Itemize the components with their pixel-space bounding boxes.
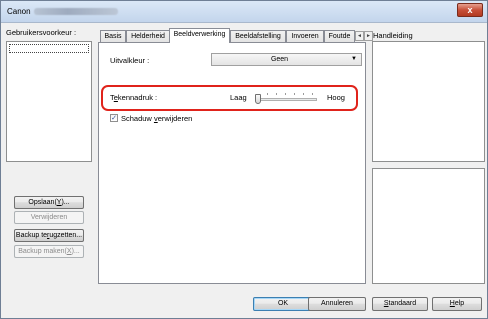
tab-helderheid[interactable]: Helderheid — [126, 30, 170, 42]
settings-window: Canon x Gebruikersvoorkeur : Opslaan(Y).… — [0, 0, 488, 319]
tab-page-beeldverwerking: Uitvalkleur : Geen ▼ Tekennadruk : Laag … — [98, 42, 366, 284]
blurred-title-text — [33, 8, 118, 15]
window-title: Canon — [7, 7, 118, 16]
highlight-annotation — [101, 85, 358, 111]
title-bar: Canon x — [1, 1, 487, 23]
cancel-button[interactable]: Annuleren — [308, 297, 366, 311]
color-dropout-value: Geen — [270, 56, 289, 63]
user-preferences-label: Gebruikersvoorkeur : — [6, 28, 77, 37]
chevron-down-icon: ▼ — [351, 56, 357, 62]
close-button[interactable]: x — [457, 3, 483, 17]
help-panel-title: Handleiding — [373, 31, 413, 40]
help-button[interactable]: Help — [432, 297, 482, 311]
tab-scroll-left-button[interactable]: ◄ — [355, 31, 364, 41]
tab-invoeren[interactable]: Invoeren — [286, 30, 324, 42]
default-button[interactable]: Standaard — [372, 297, 428, 311]
tab-beeldverwerking[interactable]: Beeldverwerking — [169, 28, 230, 43]
color-dropout-label: Uitvalkleur : — [110, 56, 150, 65]
help-panel-top — [372, 41, 485, 162]
tab-foutdetectie[interactable]: Foutde — [324, 30, 355, 42]
tab-scroll-right-button[interactable]: ► — [364, 31, 373, 41]
help-panel-bottom — [372, 168, 485, 284]
tab-beeldafstelling[interactable]: Beeldafstelling — [230, 30, 286, 42]
color-dropout-select[interactable]: Geen ▼ — [211, 53, 362, 66]
list-focus-item[interactable] — [9, 44, 89, 53]
delete-button[interactable]: Verwijderen — [14, 211, 84, 224]
save-button[interactable]: Opslaan(Y)... — [14, 196, 84, 209]
shadow-removal-checkbox[interactable]: ✓ — [110, 114, 118, 122]
make-backup-button[interactable]: Backup maken(X)... — [14, 245, 84, 258]
shadow-removal-label: Schaduw verwijderen — [121, 114, 193, 123]
restore-backup-button[interactable]: Backup terugzetten... — [14, 229, 84, 242]
ok-button[interactable]: OK — [253, 297, 313, 311]
tab-basis[interactable]: Basis — [100, 30, 126, 42]
user-preferences-list[interactable] — [6, 41, 92, 162]
